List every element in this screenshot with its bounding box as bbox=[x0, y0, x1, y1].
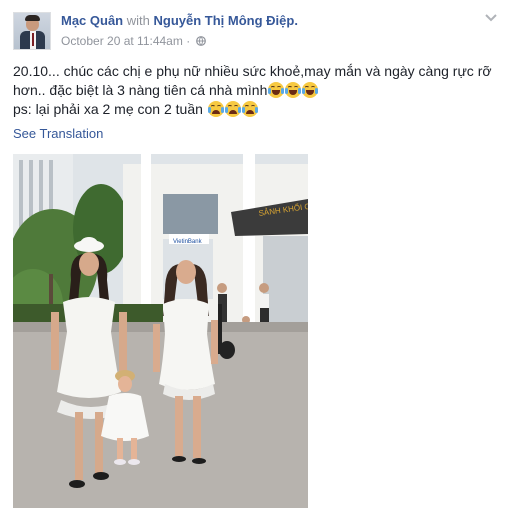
crying-emoji-icon bbox=[241, 101, 258, 117]
post-timestamp[interactable]: October 20 at 11:44am bbox=[61, 34, 183, 48]
post-text-line-2: ps: lại phải xa 2 mẹ con 2 tuần bbox=[13, 100, 493, 119]
post-text-line-1: 20.10... chúc các chị e phụ nữ nhiều sức… bbox=[13, 63, 492, 98]
post-photo[interactable]: VietinBank SẢNH KHỐI C bbox=[13, 154, 308, 508]
author-avatar[interactable] bbox=[13, 12, 51, 50]
post-body: 20.10... chúc các chị e phụ nữ nhiều sức… bbox=[13, 62, 493, 119]
facebook-post: Mạc Quân with Nguyễn Thị Mông Điệp. Octo… bbox=[0, 0, 510, 508]
with-label: with bbox=[126, 13, 150, 28]
crying-emoji-icon bbox=[207, 101, 224, 117]
meta-separator: · bbox=[186, 34, 191, 48]
laughing-emoji-icon bbox=[268, 82, 285, 98]
crying-emoji-icon bbox=[224, 101, 241, 117]
laughing-emoji-icon bbox=[285, 82, 302, 98]
tagged-person-link[interactable]: Nguyễn Thị Mông Điệp. bbox=[154, 13, 298, 28]
post-meta: October 20 at 11:44am · bbox=[61, 34, 206, 48]
author-name-link[interactable]: Mạc Quân bbox=[61, 13, 123, 28]
see-translation-link[interactable]: See Translation bbox=[13, 126, 103, 141]
globe-icon[interactable] bbox=[195, 36, 206, 46]
post-header: Mạc Quân with Nguyễn Thị Mông Điệp. bbox=[61, 13, 298, 28]
laughing-emoji-icon bbox=[302, 82, 319, 98]
bank-sign-text: VietinBank bbox=[173, 239, 203, 245]
family-photo-illustration: VietinBank SẢNH KHỐI C bbox=[13, 154, 308, 508]
chevron-down-icon[interactable] bbox=[484, 12, 498, 24]
